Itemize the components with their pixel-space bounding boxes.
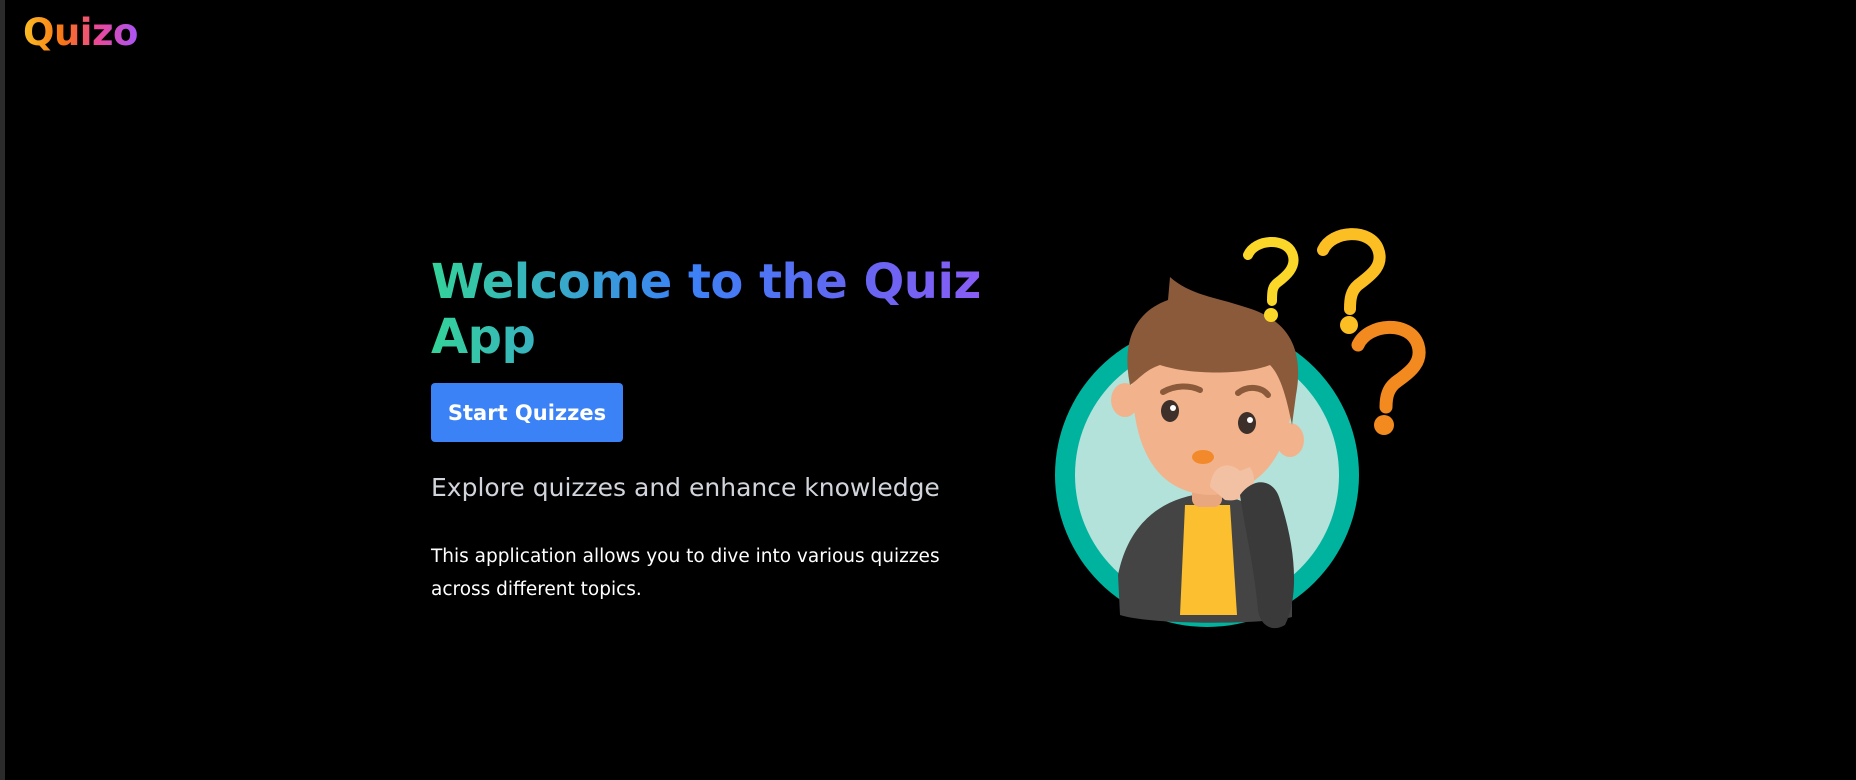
question-mark-orange [1351, 320, 1426, 435]
window-left-border [0, 0, 5, 780]
start-quizzes-button[interactable]: Start Quizzes [431, 383, 623, 442]
question-mark-gold [1317, 228, 1386, 334]
app-logo[interactable]: Quizo [23, 9, 138, 57]
question-mark-yellow [1243, 236, 1299, 322]
hero-tagline: Explore quizzes and enhance knowledge [431, 473, 940, 502]
hero-title: Welcome to the Quiz App [431, 255, 991, 365]
hero-section: Welcome to the Quiz App Start Quizzes Ex… [431, 255, 991, 606]
thinking-person-illustration [1055, 228, 1426, 629]
hero-description: This application allows you to dive into… [431, 546, 940, 600]
